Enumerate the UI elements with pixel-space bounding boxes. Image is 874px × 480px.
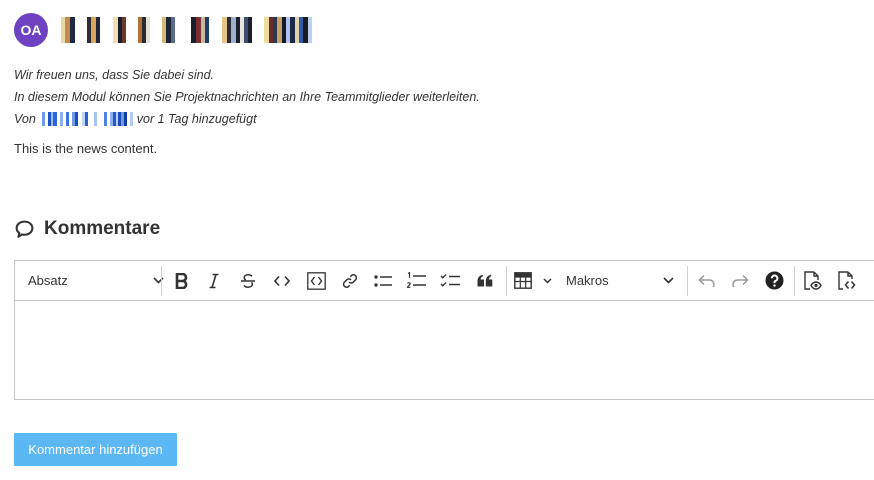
post-intro: Wir freuen uns, dass Sie dabei sind. In … [14,64,480,130]
code-block-button[interactable] [305,261,327,300]
source-button[interactable] [835,261,857,300]
post-author-line: Von vor 1 Tag hinzugefügt [14,108,480,130]
quote-button[interactable] [474,261,496,300]
post-header: OA [14,13,312,47]
preview-icon [803,270,822,290]
redo-icon [732,274,749,287]
comments-heading: Kommentare [14,218,160,240]
chevron-down-icon [153,277,164,284]
strikethrough-button[interactable] [237,261,259,300]
intro-line-1: Wir freuen uns, dass Sie dabei sind. [14,68,214,82]
intro-line-2: In diesem Modul können Sie Projektnachri… [14,90,480,104]
bold-icon [175,272,188,289]
by-prefix: Von [14,112,36,126]
italic-button[interactable] [203,261,225,300]
bold-button[interactable] [171,261,193,300]
editor-toolbar: Absatz Makros [15,261,874,301]
by-suffix: vor 1 Tag hinzugefügt [136,112,257,126]
source-icon [837,270,855,290]
code-button[interactable] [271,261,293,300]
avatar[interactable]: OA [14,13,48,47]
paragraph-dropdown-label: Absatz [28,273,68,288]
code-block-icon [306,271,326,290]
news-content: This is the news content. [14,141,158,156]
chevron-down-icon [543,277,552,284]
quote-icon [477,274,493,287]
comments-title: Kommentare [44,218,161,239]
comment-bubble-icon [15,220,34,238]
redacted-author-name[interactable] [41,112,133,126]
macros-dropdown[interactable]: Makros [566,261,674,300]
italic-icon [209,273,219,288]
toolbar-separator [687,266,688,296]
numbered-list-icon [406,271,426,288]
comment-text-area[interactable] [15,301,874,401]
toolbar-separator [794,266,795,296]
help-icon [765,271,783,290]
help-button[interactable] [763,261,785,300]
toolbar-separator [161,266,162,296]
link-icon [342,273,358,288]
undo-button[interactable] [696,261,718,300]
todo-list-button[interactable] [439,261,461,300]
bulleted-list-button[interactable] [372,261,394,300]
chevron-down-icon [663,277,674,284]
preview-button[interactable] [801,261,823,300]
undo-icon [698,274,715,287]
add-comment-button[interactable]: Kommentar hinzufügen [14,433,177,466]
code-icon [274,275,290,286]
table-icon [514,272,532,289]
macros-dropdown-label: Makros [566,273,609,288]
comment-editor: Absatz Makros [14,260,874,400]
paragraph-dropdown[interactable]: Absatz [28,261,164,300]
bulleted-list-icon [374,274,392,287]
strikethrough-icon [241,273,255,288]
todo-list-icon [440,273,460,287]
toolbar-separator [506,266,507,296]
table-dropdown[interactable] [514,261,552,300]
redo-button[interactable] [729,261,751,300]
link-button[interactable] [339,261,361,300]
redacted-title [61,17,312,43]
numbered-list-button[interactable] [405,261,427,300]
